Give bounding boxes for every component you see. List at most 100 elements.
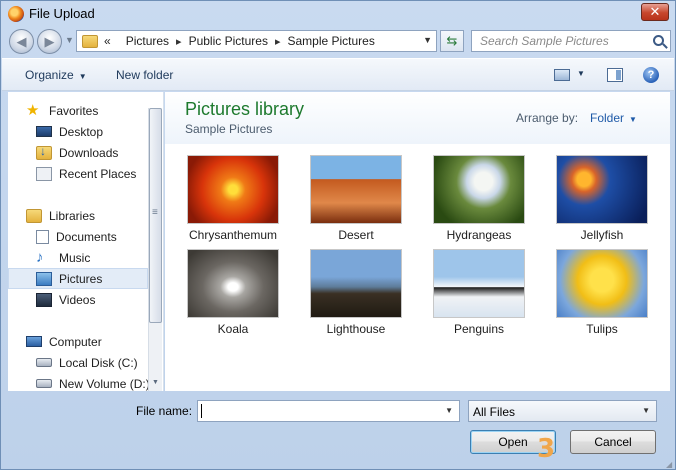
file-name-label: Jellyfish xyxy=(580,228,624,242)
chevron-down-icon: ▼ xyxy=(78,72,87,81)
sidebar-item-label: Music xyxy=(59,250,91,265)
window-title: File Upload xyxy=(29,6,95,21)
file-item-desert[interactable]: Desert xyxy=(301,155,411,243)
documents-icon xyxy=(36,229,49,244)
command-toolbar: Organize ▼ New folder ▼ ? xyxy=(2,58,674,91)
image-thumbnail xyxy=(556,155,648,224)
refresh-icon: ⇆ xyxy=(446,33,458,48)
sidebar-item-label: Computer xyxy=(49,334,102,349)
breadcrumb-overflow[interactable]: « xyxy=(104,34,111,48)
file-name-input[interactable]: ▼ xyxy=(197,400,460,422)
file-list-pane: Pictures library Sample Pictures Arrange… xyxy=(165,92,670,391)
file-name-label: Desert xyxy=(338,228,374,242)
file-name-label: Lighthouse xyxy=(326,322,386,336)
change-view-icon[interactable] xyxy=(554,69,570,81)
search-input[interactable]: Search Sample Pictures xyxy=(471,30,671,52)
image-thumbnail xyxy=(310,249,402,318)
sidebar-item-label: Libraries xyxy=(49,208,96,223)
preview-pane-icon[interactable] xyxy=(607,68,623,82)
new-folder-button[interactable]: New folder xyxy=(116,68,173,82)
breadcrumb-public-pictures[interactable]: Public Pictures xyxy=(189,34,268,48)
sidebar-item-label: New Volume (D:) xyxy=(59,376,150,391)
file-name-label: Hydrangeas xyxy=(446,228,512,242)
view-options-dropdown[interactable]: ▼ xyxy=(577,69,585,78)
file-type-filter[interactable]: All Files ▼ xyxy=(468,400,657,422)
desktop-icon xyxy=(36,126,52,137)
sidebar-item-label: Recent Places xyxy=(59,166,137,181)
library-subtitle: Sample Pictures xyxy=(185,122,273,136)
file-item-chrysanthemum[interactable]: Chrysanthemum xyxy=(178,155,288,243)
file-item-koala[interactable]: Koala xyxy=(178,249,288,337)
sidebar-item-computer[interactable]: Computer xyxy=(26,331,166,352)
address-dropdown-icon[interactable]: ▼ xyxy=(423,35,432,45)
text-cursor xyxy=(201,404,202,418)
search-icon[interactable] xyxy=(653,35,664,46)
close-button[interactable]: ✕ xyxy=(641,3,669,21)
file-type-value: All Files xyxy=(473,405,516,419)
file-name-label: Penguins xyxy=(453,322,505,336)
file-item-hydrangeas[interactable]: Hydrangeas xyxy=(424,155,534,243)
libraries-icon xyxy=(26,208,42,223)
sidebar-item-label: Documents xyxy=(56,229,117,244)
library-title: Pictures library xyxy=(185,99,305,119)
sidebar-item-label: Videos xyxy=(59,292,96,307)
image-thumbnail xyxy=(556,249,648,318)
sidebar-item-label: Desktop xyxy=(59,124,104,139)
address-bar[interactable]: « Pictures ▸ Public Pictures ▸ Sample Pi… xyxy=(76,30,437,52)
file-name-label: File name: xyxy=(136,404,193,418)
title-bar: File Upload ✕ xyxy=(1,1,675,27)
navigation-scrollbar-thumb[interactable] xyxy=(149,108,162,323)
file-name-label: Chrysanthemum xyxy=(188,228,278,242)
help-icon[interactable]: ? xyxy=(643,67,659,83)
breadcrumb-sample-pictures[interactable]: Sample Pictures xyxy=(287,34,374,48)
resize-grip-icon[interactable]: ◢ xyxy=(666,460,672,469)
forward-button[interactable]: ▶ xyxy=(37,29,62,54)
chevron-down-icon: ▼ xyxy=(629,115,637,124)
file-name-label: Koala xyxy=(217,322,249,336)
sidebar-item-favorites[interactable]: ★ Favorites xyxy=(26,100,166,121)
music-icon: ♪ xyxy=(36,248,44,266)
image-thumbnail xyxy=(187,249,279,318)
computer-icon xyxy=(26,336,42,347)
file-item-tulips[interactable]: Tulips xyxy=(547,249,657,337)
back-button[interactable]: ◀ xyxy=(9,29,34,54)
sidebar-item-label: Favorites xyxy=(49,103,99,118)
close-icon: ✕ xyxy=(649,4,661,19)
organize-menu[interactable]: Organize ▼ xyxy=(25,68,87,82)
sidebar-item-pictures[interactable]: Pictures xyxy=(8,268,148,289)
back-arrow-icon: ◀ xyxy=(16,33,27,49)
breadcrumb-separator-icon[interactable]: ▸ xyxy=(275,35,281,48)
file-item-lighthouse[interactable]: Lighthouse xyxy=(301,249,411,337)
pictures-icon xyxy=(36,271,52,286)
cancel-button[interactable]: Cancel xyxy=(570,430,656,454)
star-icon: ★ xyxy=(26,101,40,119)
navigation-pane: ★ Favorites Desktop Downloads Recent Pla… xyxy=(8,92,164,391)
arrange-by-dropdown[interactable]: Folder ▼ xyxy=(590,111,637,125)
recent-locations-dropdown[interactable]: ▼ xyxy=(65,35,74,45)
image-thumbnail xyxy=(310,155,402,224)
scroll-down-icon[interactable]: ▼ xyxy=(152,379,159,386)
breadcrumb-pictures[interactable]: Pictures xyxy=(126,34,169,48)
forward-arrow-icon: ▶ xyxy=(44,33,55,49)
refresh-button[interactable]: ⇆ xyxy=(440,30,464,52)
videos-icon xyxy=(36,292,52,307)
sidebar-item-label: Downloads xyxy=(59,145,119,160)
downloads-folder-icon xyxy=(36,144,52,160)
recent-places-icon xyxy=(36,166,52,181)
breadcrumb-separator-icon[interactable]: ▸ xyxy=(176,35,182,48)
image-thumbnail xyxy=(433,249,525,318)
file-item-penguins[interactable]: Penguins xyxy=(424,249,534,337)
disk-icon xyxy=(36,379,52,388)
sidebar-item-libraries[interactable]: Libraries xyxy=(26,205,166,226)
firefox-icon xyxy=(8,6,24,22)
file-name-label: Tulips xyxy=(586,322,618,336)
library-header: Pictures library Sample Pictures Arrange… xyxy=(165,92,670,144)
search-placeholder: Search Sample Pictures xyxy=(480,34,609,48)
file-item-jellyfish[interactable]: Jellyfish xyxy=(547,155,657,243)
chevron-down-icon[interactable]: ▼ xyxy=(445,406,453,415)
folder-icon xyxy=(82,34,98,48)
sidebar-item-label: Local Disk (C:) xyxy=(59,355,138,370)
file-upload-dialog: File Upload ✕ ◀ ▶ ▼ « Pictures ▸ Public … xyxy=(0,0,676,470)
chevron-down-icon: ▼ xyxy=(642,406,650,415)
arrange-by-label: Arrange by: xyxy=(516,111,579,125)
